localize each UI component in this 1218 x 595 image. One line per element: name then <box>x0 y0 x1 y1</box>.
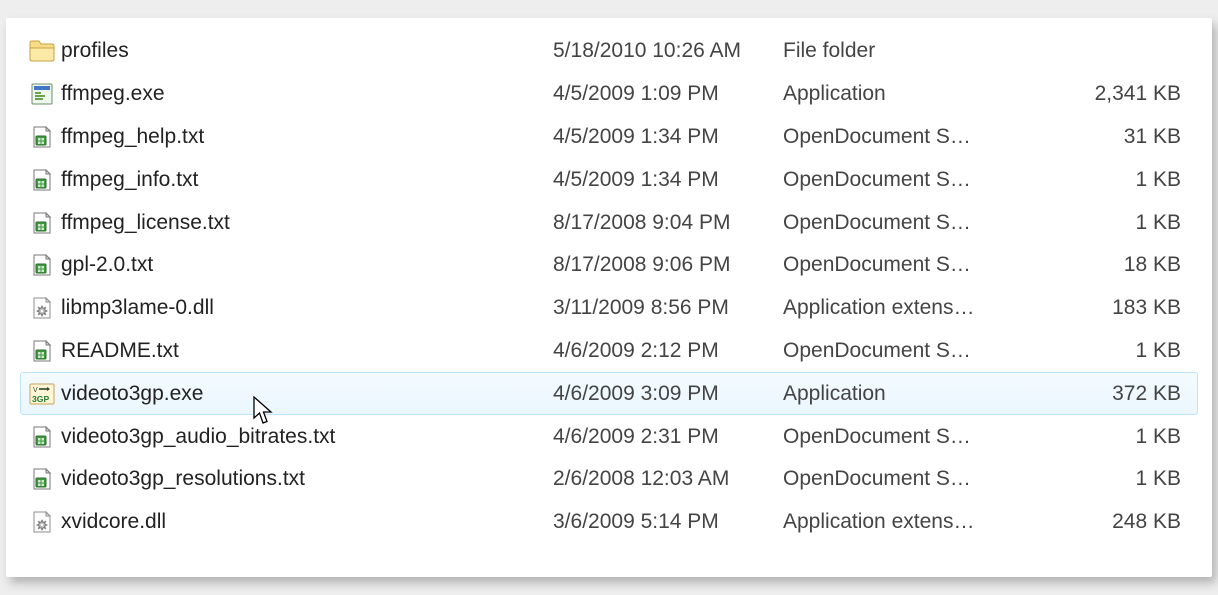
file-row[interactable]: xvidcore.dll3/6/2009 5:14 PMApplication … <box>20 501 1198 544</box>
file-size: 248 KB <box>1015 510 1197 534</box>
odt-icon <box>25 340 59 362</box>
odt-icon <box>25 426 59 448</box>
file-date: 4/6/2009 2:31 PM <box>553 425 783 449</box>
file-name: ffmpeg.exe <box>59 82 553 106</box>
odt-icon <box>25 468 59 490</box>
file-row[interactable]: gpl-2.0.txt8/17/2008 9:06 PMOpenDocument… <box>20 244 1198 287</box>
file-type: OpenDocument S… <box>783 253 1015 277</box>
file-size: 1 KB <box>1015 211 1197 235</box>
file-name: ffmpeg_help.txt <box>59 125 553 149</box>
file-size: 1 KB <box>1015 425 1197 449</box>
file-date: 4/6/2009 2:12 PM <box>553 339 783 363</box>
odt-icon <box>25 212 59 234</box>
file-size: 31 KB <box>1015 125 1197 149</box>
file-row[interactable]: ffmpeg_license.txt8/17/2008 9:04 PMOpenD… <box>20 201 1198 244</box>
file-name: profiles <box>59 39 553 63</box>
file-name: videoto3gp.exe <box>59 382 553 406</box>
file-size: 2,341 KB <box>1015 82 1197 106</box>
file-type: OpenDocument S… <box>783 467 1015 491</box>
file-date: 4/5/2009 1:34 PM <box>553 168 783 192</box>
file-type: OpenDocument S… <box>783 211 1015 235</box>
file-name: videoto3gp_audio_bitrates.txt <box>59 425 553 449</box>
file-type: File folder <box>783 39 1015 63</box>
file-date: 4/6/2009 3:09 PM <box>553 382 783 406</box>
file-date: 4/5/2009 1:34 PM <box>553 125 783 149</box>
file-row[interactable]: ffmpeg.exe4/5/2009 1:09 PMApplication2,3… <box>20 73 1198 116</box>
app-icon <box>25 83 59 105</box>
file-row[interactable]: ffmpeg_help.txt4/5/2009 1:34 PMOpenDocum… <box>20 116 1198 159</box>
file-name: videoto3gp_resolutions.txt <box>59 467 553 491</box>
3gp-icon: V3GP <box>25 383 59 405</box>
file-row[interactable]: videoto3gp_resolutions.txt2/6/2008 12:03… <box>20 458 1198 501</box>
file-type: Application extens… <box>783 296 1015 320</box>
file-list-pane[interactable]: profiles5/18/2010 10:26 AMFile folderffm… <box>6 18 1212 577</box>
file-type: OpenDocument S… <box>783 168 1015 192</box>
file-row[interactable]: ffmpeg_info.txt4/5/2009 1:34 PMOpenDocum… <box>20 158 1198 201</box>
file-date: 8/17/2008 9:06 PM <box>553 253 783 277</box>
file-size: 18 KB <box>1015 253 1197 277</box>
file-type: OpenDocument S… <box>783 425 1015 449</box>
file-name: gpl-2.0.txt <box>59 253 553 277</box>
file-date: 3/11/2009 8:56 PM <box>553 296 783 320</box>
file-row[interactable]: V3GPvideoto3gp.exe4/6/2009 3:09 PMApplic… <box>20 372 1198 415</box>
file-row[interactable]: README.txt4/6/2009 2:12 PMOpenDocument S… <box>20 330 1198 373</box>
file-size: 1 KB <box>1015 339 1197 363</box>
folder-icon <box>25 40 59 62</box>
dll-icon <box>25 511 59 533</box>
file-date: 5/18/2010 10:26 AM <box>553 39 783 63</box>
odt-icon <box>25 254 59 276</box>
file-row[interactable]: videoto3gp_audio_bitrates.txt4/6/2009 2:… <box>20 415 1198 458</box>
file-size: 1 KB <box>1015 168 1197 192</box>
file-type: OpenDocument S… <box>783 339 1015 363</box>
odt-icon <box>25 169 59 191</box>
svg-text:3GP: 3GP <box>32 394 49 404</box>
file-name: xvidcore.dll <box>59 510 553 534</box>
file-type: OpenDocument S… <box>783 125 1015 149</box>
file-name: libmp3lame-0.dll <box>59 296 553 320</box>
dll-icon <box>25 297 59 319</box>
file-type: Application extens… <box>783 510 1015 534</box>
file-type: Application <box>783 82 1015 106</box>
file-row[interactable]: libmp3lame-0.dll3/11/2009 8:56 PMApplica… <box>20 287 1198 330</box>
odt-icon <box>25 126 59 148</box>
file-name: ffmpeg_license.txt <box>59 211 553 235</box>
file-list: profiles5/18/2010 10:26 AMFile folderffm… <box>20 30 1198 544</box>
file-date: 8/17/2008 9:04 PM <box>553 211 783 235</box>
file-date: 3/6/2009 5:14 PM <box>553 510 783 534</box>
file-size: 183 KB <box>1015 296 1197 320</box>
file-size: 1 KB <box>1015 467 1197 491</box>
file-date: 2/6/2008 12:03 AM <box>553 467 783 491</box>
svg-text:V: V <box>33 387 38 394</box>
file-size: 372 KB <box>1015 382 1197 406</box>
file-type: Application <box>783 382 1015 406</box>
file-date: 4/5/2009 1:09 PM <box>553 82 783 106</box>
file-name: README.txt <box>59 339 553 363</box>
file-name: ffmpeg_info.txt <box>59 168 553 192</box>
file-row[interactable]: profiles5/18/2010 10:26 AMFile folder <box>20 30 1198 73</box>
